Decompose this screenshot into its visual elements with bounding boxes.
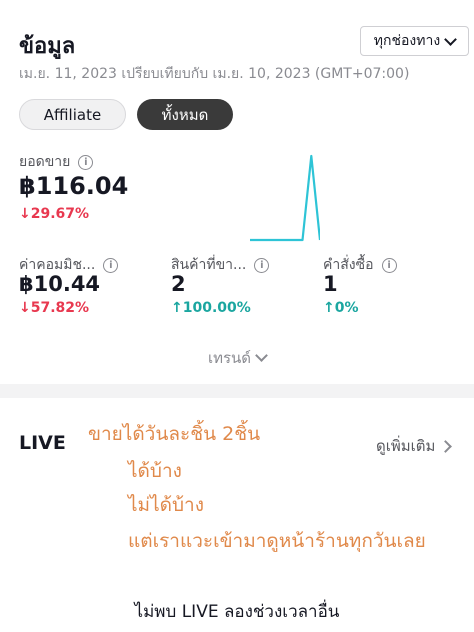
handwritten-note-line: แต่เราแวะเข้ามาดูหน้าร้านทุกวันเลย xyxy=(128,530,426,552)
commission-value: ฿10.44 xyxy=(19,272,101,296)
handwritten-note-line: ได้บ้าง xyxy=(128,460,182,482)
orders-value: 1 xyxy=(323,272,338,296)
chevron-down-icon xyxy=(444,32,458,46)
live-section-title: LIVE xyxy=(19,432,66,454)
info-icon[interactable]: i xyxy=(78,154,94,170)
sales-change-value: 29.67% xyxy=(30,206,90,222)
arrow-up-icon: ↑ xyxy=(323,300,335,316)
products-change-value: 100.00% xyxy=(182,300,251,316)
sales-label-row: ยอดขาย i xyxy=(19,151,94,173)
filter-all[interactable]: ทั้งหมด xyxy=(137,99,233,130)
products-label-row: สินค้าที่ขา... i xyxy=(171,254,270,276)
date-range: เม.ย. 11, 2023 เปรียบเทียบกับ เม.ย. 10, … xyxy=(19,66,410,82)
sales-change: ↓29.67% xyxy=(19,206,89,222)
section-divider xyxy=(0,384,474,398)
sales-value: ฿116.04 xyxy=(19,172,129,200)
info-icon[interactable]: i xyxy=(103,257,119,273)
handwritten-note-line: ขายได้วันละชิ้น 2ชิ้น xyxy=(88,423,261,445)
live-empty-state: ไม่พบ LIVE ลองช่วงเวลาอื่น xyxy=(134,602,340,622)
info-icon[interactable]: i xyxy=(254,257,270,273)
trend-toggle[interactable]: เทรนด์ xyxy=(0,346,474,370)
arrow-down-icon: ↓ xyxy=(19,300,31,316)
filter-affiliate[interactable]: Affiliate xyxy=(19,99,126,130)
commission-change-value: 57.82% xyxy=(30,300,90,316)
sparkline-series xyxy=(250,154,320,242)
channel-select-label: ทุกช่องทาง xyxy=(373,33,441,49)
see-more-label: ดูเพิ่มเติม xyxy=(376,437,436,455)
handwritten-note-line: ไม่ได้บ้าง xyxy=(128,494,204,516)
products-value: 2 xyxy=(171,272,186,296)
arrow-down-icon: ↓ xyxy=(19,206,31,222)
sales-label: ยอดขาย xyxy=(19,154,71,170)
channel-select[interactable]: ทุกช่องทาง xyxy=(360,26,469,56)
arrow-up-icon: ↑ xyxy=(171,300,183,316)
chevron-down-icon xyxy=(255,349,268,362)
chevron-right-icon xyxy=(439,439,453,453)
page-title: ข้อมูล xyxy=(19,34,76,59)
info-icon[interactable]: i xyxy=(381,257,397,273)
see-more-link[interactable]: ดูเพิ่มเติม xyxy=(376,434,453,458)
sales-sparkline xyxy=(250,154,320,242)
trend-label: เทรนด์ xyxy=(207,349,252,367)
commission-change: ↓57.82% xyxy=(19,300,89,316)
orders-change: ↑0% xyxy=(323,300,359,316)
products-change: ↑100.00% xyxy=(171,300,251,316)
orders-change-value: 0% xyxy=(334,300,359,316)
